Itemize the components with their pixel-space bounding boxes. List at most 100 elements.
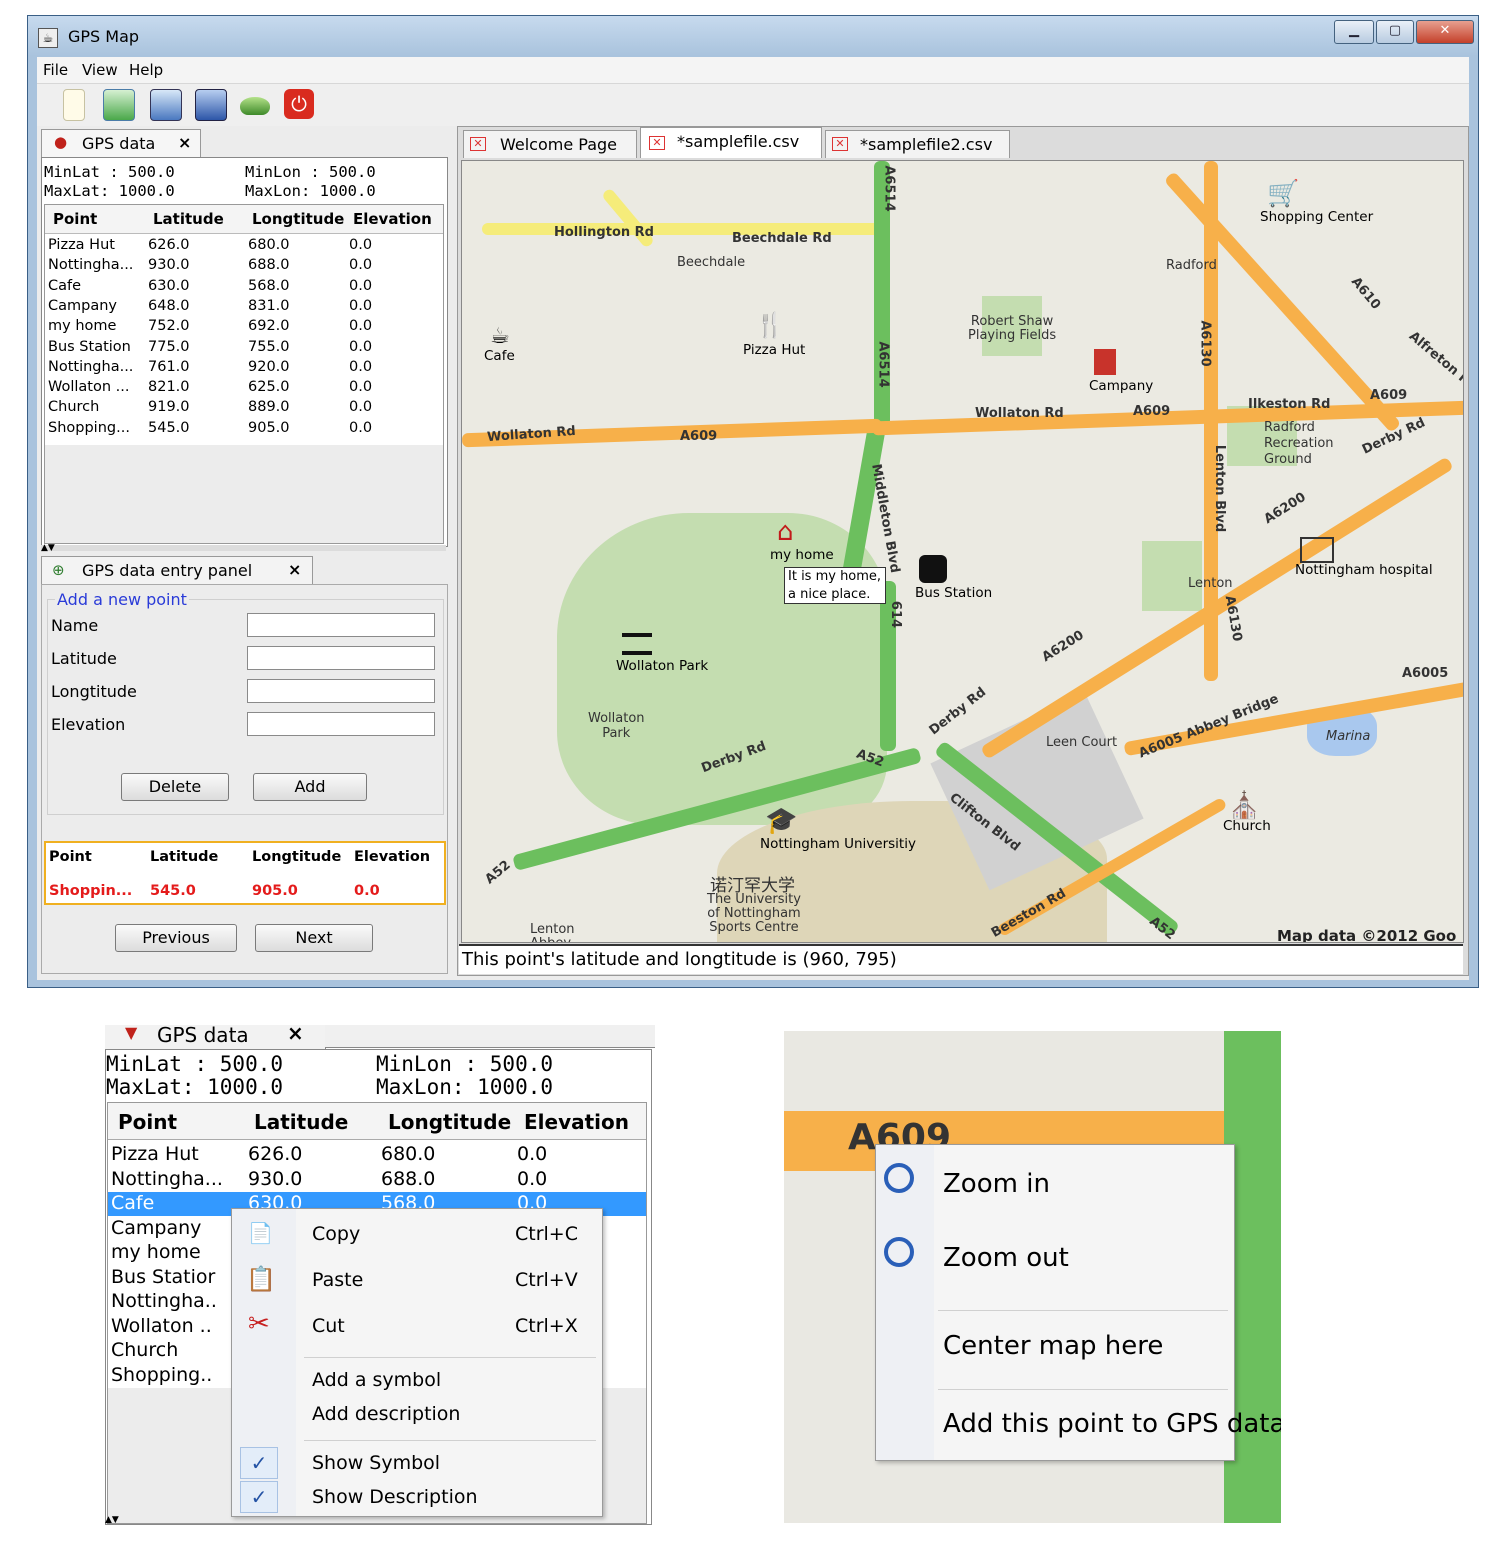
menu-cut[interactable]: Cut bbox=[312, 1315, 345, 1337]
column-header-point[interactable]: Point bbox=[118, 1110, 177, 1134]
table-row[interactable]: Church 919.0 889.0 0.0 bbox=[45, 399, 443, 419]
menu-add-point[interactable]: Add this point to GPS data bbox=[943, 1409, 1281, 1439]
table-cell: 821.0 bbox=[148, 379, 190, 396]
close-tab-icon[interactable]: × bbox=[287, 1021, 304, 1045]
previous-button[interactable]: Previous bbox=[115, 924, 237, 952]
poi-label: Campany bbox=[1089, 378, 1154, 394]
layers-icon[interactable] bbox=[240, 97, 270, 115]
table-row[interactable]: Campany 648.0 831.0 0.0 bbox=[45, 298, 443, 318]
column-header-longtitude[interactable]: Longtitude bbox=[252, 210, 344, 228]
edit-icon[interactable] bbox=[150, 89, 182, 121]
column-header-point: Point bbox=[49, 849, 92, 865]
close-tab-icon[interactable]: × bbox=[288, 560, 301, 579]
table-row[interactable]: my home 752.0 692.0 0.0 bbox=[45, 318, 443, 338]
coffee-cup-icon[interactable]: ☕ bbox=[490, 324, 510, 349]
menu-view[interactable]: View bbox=[82, 61, 118, 79]
tab-entry-panel-label: GPS data entry panel bbox=[82, 561, 253, 580]
menu-zoom-in[interactable]: Zoom in bbox=[943, 1169, 1050, 1199]
bench-icon[interactable] bbox=[622, 633, 652, 655]
table-row[interactable]: Wollaton ... 821.0 625.0 0.0 bbox=[45, 379, 443, 399]
column-header-longtitude[interactable]: Longtitude bbox=[388, 1110, 511, 1134]
table-row[interactable]: Bus Station 775.0 755.0 0.0 bbox=[45, 339, 443, 359]
table-row[interactable]: Nottingha... 930.0 688.0 0.0 bbox=[108, 1168, 646, 1192]
close-tab-icon[interactable]: × bbox=[178, 133, 191, 152]
office-building-icon[interactable] bbox=[1094, 349, 1116, 375]
fork-knife-icon[interactable]: 🍴 bbox=[755, 311, 785, 339]
menu-add-description[interactable]: Add description bbox=[312, 1403, 460, 1425]
tab-samplefile[interactable]: ✕ *samplefile.csv bbox=[640, 127, 822, 158]
graduate-icon[interactable]: 🎓 bbox=[765, 806, 797, 836]
table-cell: 0.0 bbox=[349, 419, 373, 436]
minimize-button[interactable]: ▁ bbox=[1334, 20, 1374, 44]
table-header: Point Latitude Longtitude Elevation bbox=[108, 1103, 646, 1140]
elevation-input[interactable] bbox=[247, 712, 435, 736]
tab-welcome-page[interactable]: ✕ Welcome Page bbox=[463, 130, 637, 158]
tab-samplefile2[interactable]: ✕ *samplefile2.csv bbox=[825, 130, 1010, 158]
table-cell: 775.0 bbox=[148, 338, 190, 355]
split-divider[interactable]: ▲▼ bbox=[105, 1516, 235, 1525]
close-tab-icon[interactable]: ✕ bbox=[470, 137, 486, 151]
hospital-icon[interactable] bbox=[1300, 537, 1334, 563]
column-header-latitude[interactable]: Latitude bbox=[254, 1110, 348, 1134]
area-label: Robert Shaw Playing Fields bbox=[968, 314, 1057, 343]
new-file-icon[interactable] bbox=[63, 89, 85, 121]
latitude-input[interactable] bbox=[247, 646, 435, 670]
delete-button[interactable]: Delete bbox=[121, 773, 229, 801]
toolbar: ⏻ bbox=[37, 84, 1469, 126]
table-cell: Nottingha... bbox=[111, 1167, 223, 1190]
menu-zoom-out[interactable]: Zoom out bbox=[943, 1243, 1069, 1273]
map-attribution: Map data ©2012 Goo bbox=[1277, 927, 1457, 943]
menu-add-symbol[interactable]: Add a symbol bbox=[312, 1369, 441, 1391]
church-icon[interactable]: ⛪ bbox=[1228, 791, 1260, 821]
table-row[interactable]: Cafe 630.0 568.0 0.0 bbox=[45, 278, 443, 298]
menu-show-symbol[interactable]: Show Symbol bbox=[312, 1452, 440, 1474]
next-button[interactable]: Next bbox=[255, 924, 373, 952]
map-view[interactable]: Hollington Rd Beechdale Rd Beechdale A65… bbox=[461, 160, 1464, 943]
column-header-elevation[interactable]: Elevation bbox=[524, 1110, 629, 1134]
tab-gps-data[interactable]: ● GPS data × bbox=[41, 129, 201, 157]
power-icon[interactable]: ⏻ bbox=[284, 89, 314, 119]
poi-label: Wollaton Park bbox=[616, 658, 709, 674]
zoomed-map-view[interactable]: A609 Zoom in Zoom out Center map here Ad… bbox=[784, 1031, 1281, 1523]
table-cell: Shopping.. bbox=[111, 1363, 213, 1386]
road-label: Alfreton R bbox=[1405, 328, 1464, 389]
zoom-in-icon bbox=[884, 1163, 914, 1193]
table-row[interactable]: Nottingha... 930.0 688.0 0.0 bbox=[45, 257, 443, 277]
menu-show-description[interactable]: Show Description bbox=[312, 1486, 478, 1508]
tab-entry-panel[interactable]: ⊕ GPS data entry panel × bbox=[41, 556, 313, 584]
open-file-icon[interactable] bbox=[103, 89, 135, 121]
area-label: Marina bbox=[1326, 729, 1371, 744]
poi-label: Cafe bbox=[484, 348, 515, 364]
table-row[interactable]: Shopping... 545.0 905.0 0.0 bbox=[45, 420, 443, 440]
shopping-cart-icon[interactable]: 🛒 bbox=[1267, 179, 1299, 209]
home-icon[interactable]: ⌂ bbox=[777, 517, 794, 547]
menu-paste[interactable]: Paste bbox=[312, 1269, 363, 1291]
column-header-latitude[interactable]: Latitude bbox=[153, 210, 224, 228]
close-tab-icon[interactable]: ✕ bbox=[649, 136, 665, 150]
menu-file[interactable]: File bbox=[43, 61, 68, 79]
split-divider[interactable]: ▲▼ bbox=[41, 544, 446, 553]
close-tab-icon[interactable]: ✕ bbox=[832, 137, 848, 151]
selected-point-latitude: 545.0 bbox=[150, 883, 196, 899]
menu-copy[interactable]: Copy bbox=[312, 1223, 360, 1245]
scissors-icon: ✂ bbox=[248, 1309, 270, 1339]
table-cell: Campany bbox=[48, 297, 117, 314]
table-cell: 680.0 bbox=[248, 237, 290, 253]
close-window-button[interactable]: ✕ bbox=[1416, 20, 1474, 44]
table-cell: 626.0 bbox=[248, 1143, 303, 1165]
column-header-point[interactable]: Point bbox=[53, 210, 97, 228]
column-header-elevation[interactable]: Elevation bbox=[353, 210, 432, 228]
name-input[interactable] bbox=[247, 613, 435, 637]
table-row[interactable]: Pizza Hut 626.0 680.0 0.0 bbox=[45, 237, 443, 257]
maximize-button[interactable]: ▢ bbox=[1376, 20, 1414, 44]
longtitude-input[interactable] bbox=[247, 679, 435, 703]
save-icon[interactable] bbox=[195, 89, 227, 121]
menu-center-map[interactable]: Center map here bbox=[943, 1331, 1163, 1361]
table-row[interactable]: Pizza Hut 626.0 680.0 0.0 bbox=[108, 1143, 646, 1167]
tab-gps-data[interactable]: ▼ GPS data × bbox=[105, 1021, 326, 1049]
bus-icon[interactable] bbox=[919, 555, 947, 583]
menu-help[interactable]: Help bbox=[129, 61, 163, 79]
add-button[interactable]: Add bbox=[253, 773, 367, 801]
map-context-menu: Zoom in Zoom out Center map here Add thi… bbox=[875, 1144, 1281, 1461]
table-row[interactable]: Nottingha... 761.0 920.0 0.0 bbox=[45, 359, 443, 379]
